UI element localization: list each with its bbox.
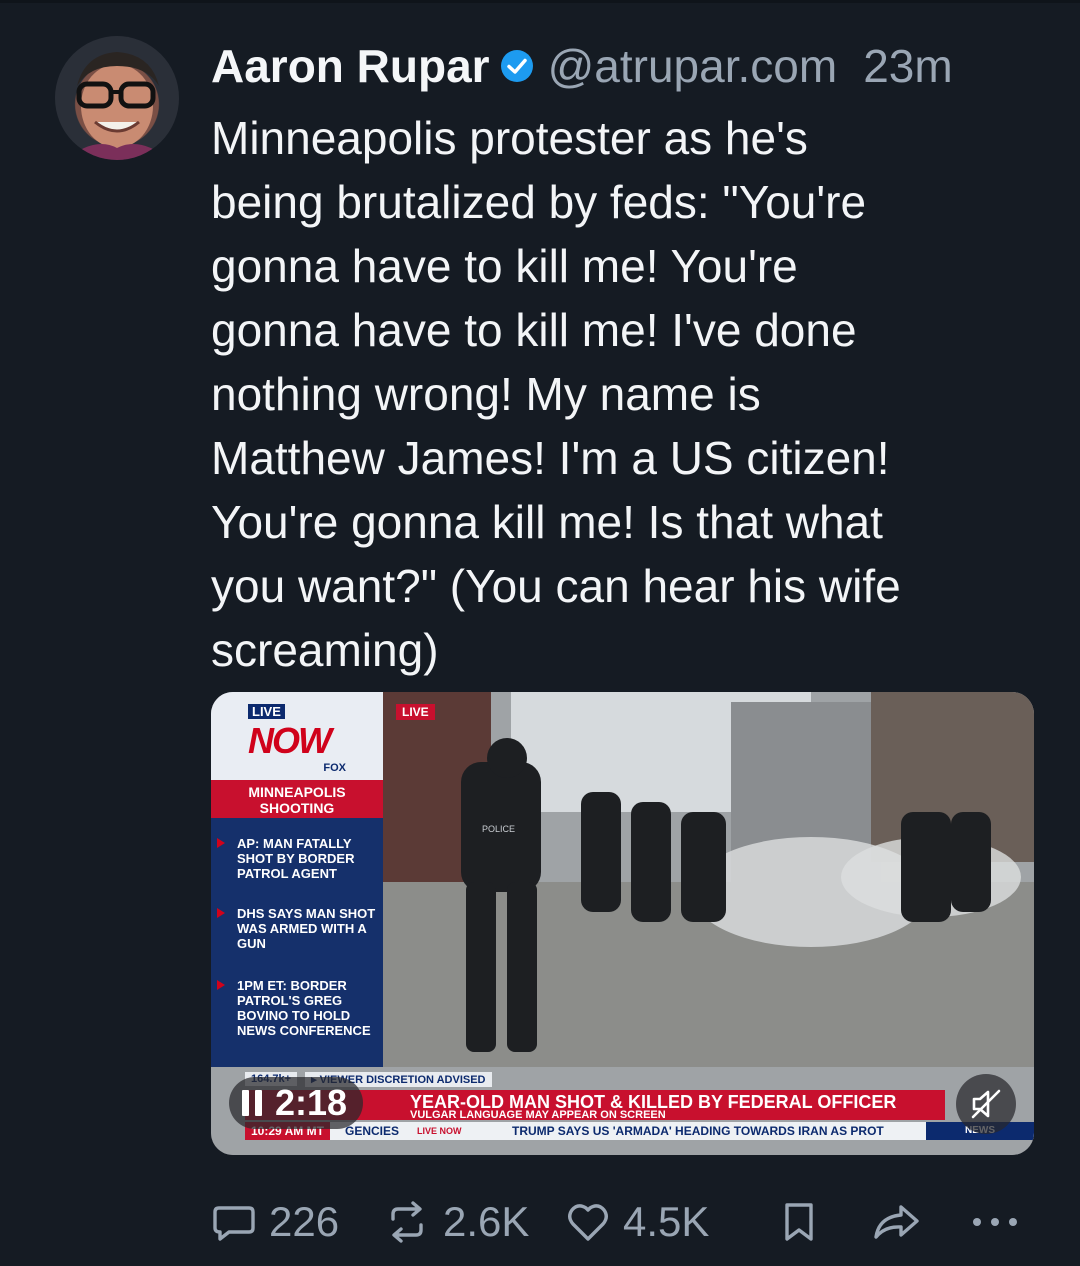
repost-button[interactable]: 2.6K: [383, 1192, 529, 1252]
ticker-fragment: GENCIES: [345, 1124, 400, 1138]
post-actions: 226 2.6K 4.5K: [211, 1192, 1021, 1252]
live-now-logo: LIVE NOW FOX: [248, 704, 346, 774]
reply-icon: [213, 1206, 255, 1241]
like-count: 4.5K: [623, 1198, 710, 1245]
more-button[interactable]: [969, 1192, 1033, 1252]
mute-icon: [971, 1089, 1001, 1119]
live-label: LIVE: [248, 704, 285, 719]
post-header: Aaron Rupar @atrupar.com 23m: [211, 38, 953, 94]
mute-button[interactable]: [956, 1074, 1016, 1134]
sidebar-bullet: 1PM ET: BORDER PATROL'S GREG BOVINO TO H…: [217, 978, 377, 1038]
more-icon: [973, 1218, 1017, 1226]
fox-label: FOX: [323, 762, 346, 774]
subline: VULGAR LANGUAGE MAY APPEAR ON SCREEN: [410, 1109, 666, 1121]
top-divider: [0, 0, 1080, 3]
video-duration: 2:18: [275, 1082, 348, 1123]
reply-button[interactable]: 226: [211, 1192, 339, 1252]
avatar[interactable]: [55, 36, 179, 160]
sidebar-bullet: AP: MAN FATALLY SHOT BY BORDER PATROL AG…: [217, 836, 377, 881]
bookmark-button[interactable]: [779, 1192, 831, 1252]
repost-count: 2.6K: [443, 1198, 530, 1245]
play-pause-control[interactable]: 2:18: [229, 1077, 364, 1129]
pause-icon[interactable]: [241, 1090, 263, 1116]
ticker-text: TRUMP SAYS US 'ARMADA' HEADING TOWARDS I…: [512, 1124, 884, 1138]
svg-text:POLICE: POLICE: [482, 824, 515, 834]
reply-count: 226: [269, 1198, 340, 1245]
live-badge: LIVE: [396, 704, 435, 720]
topic-banner: MINNEAPOLIS SHOOTING: [211, 780, 383, 818]
repost-icon: [391, 1201, 423, 1243]
share-button[interactable]: [871, 1192, 933, 1252]
like-icon: [568, 1204, 608, 1241]
lower-third: 164.7k+ ▸ VIEWER DISCRETION ADVISED YEAR…: [245, 1070, 1034, 1140]
video-player[interactable]: POLICE LIVE NOW FOX MINNEAPOLIS SHOOTING…: [211, 692, 1034, 1155]
bookmark-icon: [785, 1203, 813, 1241]
sidebar-bullet: DHS SAYS MAN SHOT WAS ARMED WITH A GUN: [217, 906, 376, 951]
post-text: Minneapolis protester as he's being brut…: [211, 112, 901, 676]
author-name[interactable]: Aaron Rupar: [211, 39, 490, 93]
share-icon: [874, 1205, 919, 1239]
author-handle[interactable]: @atrupar.com: [548, 39, 838, 93]
now-label: NOW: [248, 720, 332, 761]
ticker-live-now: LIVE NOW: [417, 1126, 462, 1136]
news-sidebar: LIVE NOW FOX MINNEAPOLIS SHOOTING AP: MA…: [211, 692, 383, 1067]
post-timestamp[interactable]: 23m: [863, 39, 952, 93]
like-button[interactable]: 4.5K: [565, 1192, 709, 1252]
verified-badge-icon: [500, 50, 533, 82]
